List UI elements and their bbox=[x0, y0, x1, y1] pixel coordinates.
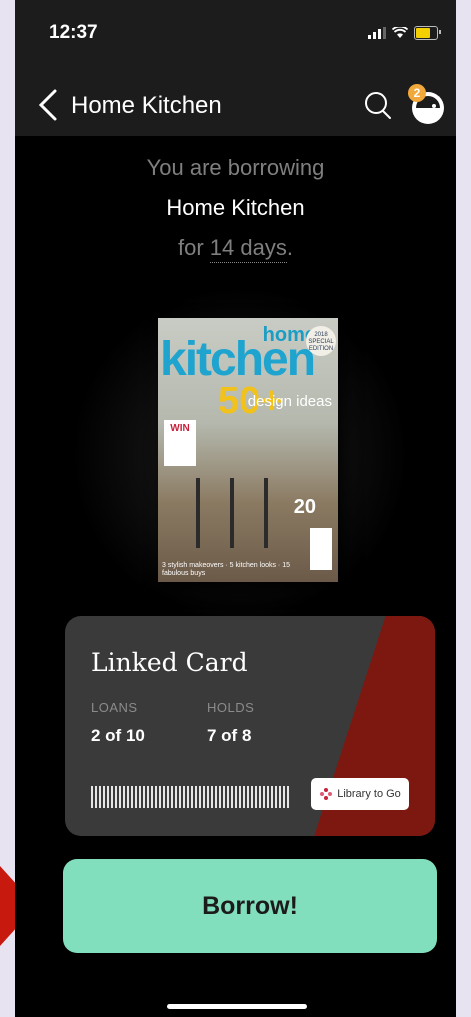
cover-win-box: WIN bbox=[164, 420, 196, 466]
duration-link[interactable]: 14 days bbox=[209, 235, 287, 263]
cover-stool bbox=[264, 478, 268, 548]
intro-text: You are borrowing bbox=[146, 155, 325, 180]
holds-value: 7 of 8 bbox=[207, 726, 252, 745]
library-logo: Library to Go bbox=[311, 778, 409, 810]
cover-stool bbox=[196, 478, 200, 548]
home-indicator[interactable] bbox=[167, 1004, 307, 1009]
status-bar: 12:37 bbox=[15, 0, 456, 70]
holds-label: HOLDS bbox=[207, 700, 255, 715]
back-chevron-icon[interactable] bbox=[37, 88, 59, 122]
cover-masthead: kitchen bbox=[160, 333, 316, 386]
loans-label: LOANS bbox=[91, 700, 138, 715]
cover-footer-text: 3 stylish makeovers · 5 kitchen looks · … bbox=[162, 562, 290, 577]
status-icons bbox=[368, 26, 441, 40]
borrow-button[interactable]: Borrow! bbox=[63, 859, 437, 953]
cover-barcode bbox=[310, 528, 332, 570]
linked-card[interactable]: Linked Card LOANS 2 of 10 HOLDS 7 of 8 L… bbox=[65, 616, 435, 836]
magazine-cover: home kitchen 2018 SPECIAL EDITION 50+ de… bbox=[158, 318, 338, 582]
nav-title: Home Kitchen bbox=[71, 92, 222, 119]
signal-icon bbox=[368, 27, 386, 39]
cover-twenty: 20 bbox=[293, 496, 316, 518]
phone-screen: 12:37 Home Kitchen 2 You are borrowing H… bbox=[15, 0, 456, 1017]
wifi-icon bbox=[392, 27, 408, 38]
status-time: 12:37 bbox=[49, 22, 98, 43]
account-button[interactable]: 2 bbox=[406, 82, 446, 126]
library-name: Library to Go bbox=[337, 788, 401, 800]
cover-design-ideas: design ideas bbox=[247, 393, 332, 410]
cover-special-badge: 2018 SPECIAL EDITION bbox=[306, 326, 336, 356]
loans-value: 2 of 10 bbox=[91, 726, 145, 745]
search-icon[interactable] bbox=[364, 90, 392, 120]
battery-icon bbox=[414, 26, 441, 40]
card-title: Linked Card bbox=[91, 648, 248, 677]
library-flower-icon bbox=[320, 788, 333, 800]
borrow-intro: You are borrowing Home Kitchen for 14 da… bbox=[15, 155, 456, 263]
intro-duration: for 14 days. bbox=[15, 235, 456, 263]
navigation-bar: Home Kitchen 2 bbox=[15, 70, 456, 136]
cover-stool bbox=[230, 478, 234, 548]
card-barcode bbox=[91, 786, 291, 808]
notification-badge: 2 bbox=[408, 84, 426, 102]
intro-title: Home Kitchen bbox=[166, 195, 305, 220]
